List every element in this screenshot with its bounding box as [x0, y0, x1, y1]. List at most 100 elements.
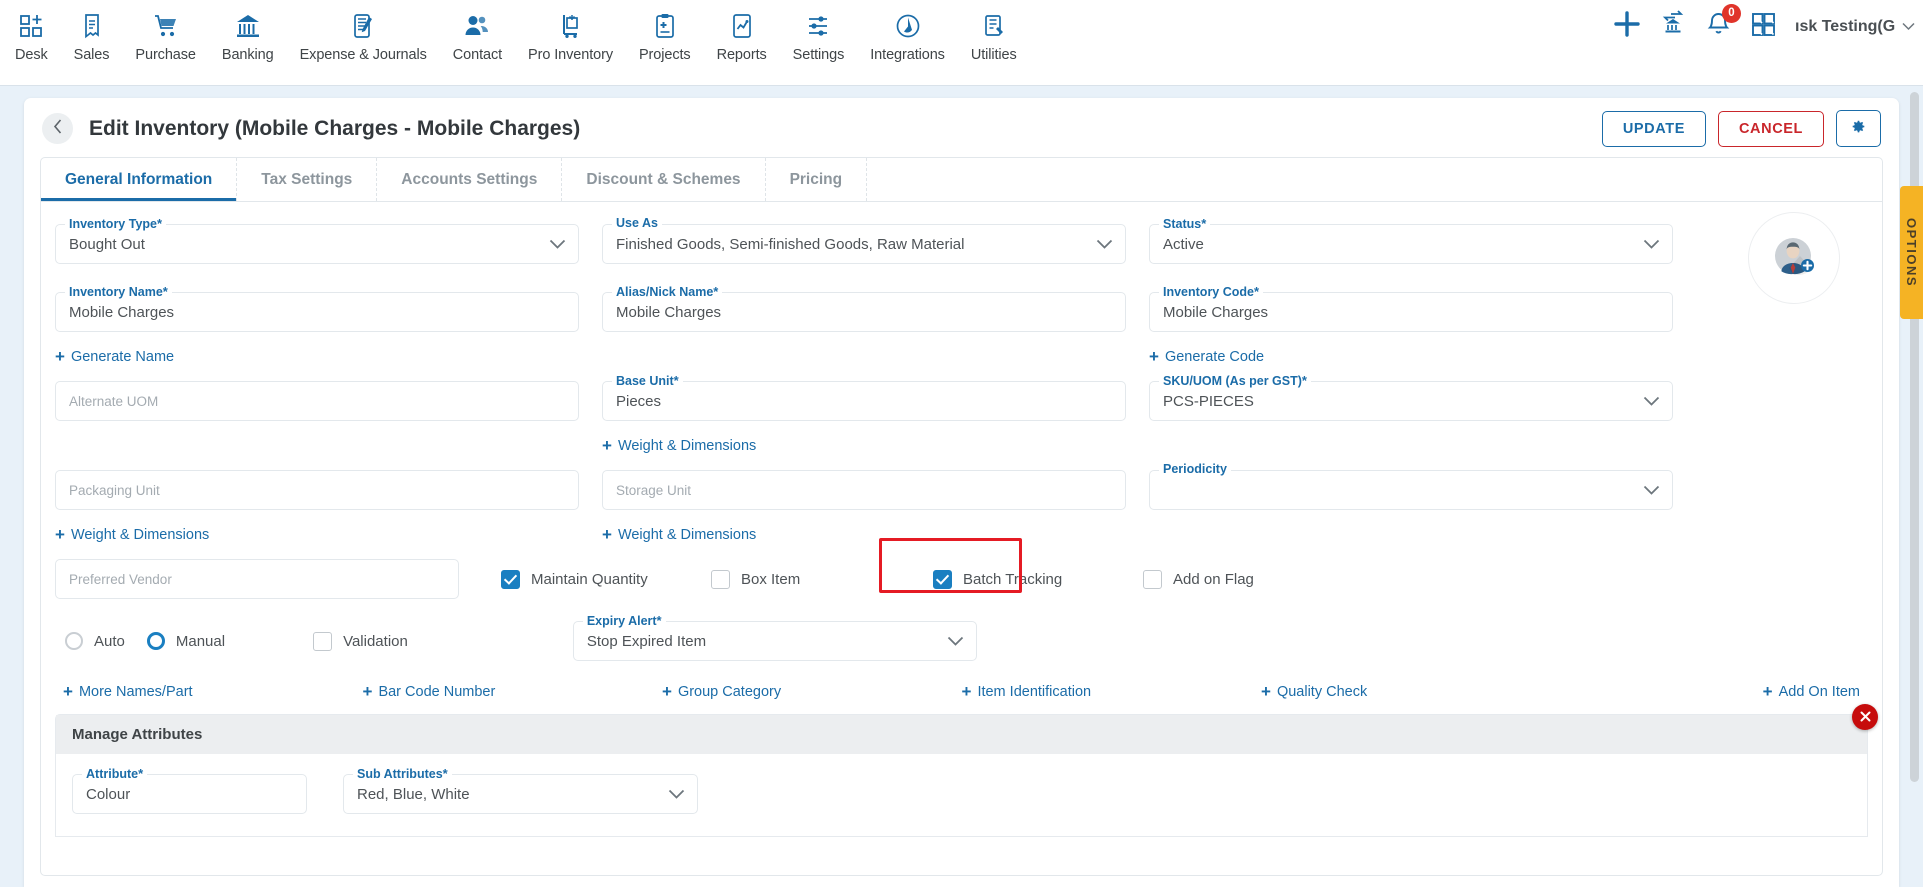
- manage-attributes-body: Attribute* Colour Sub Attributes* Red, B…: [56, 754, 1867, 836]
- nav-item-projects[interactable]: Projects: [626, 0, 704, 63]
- periodicity-select[interactable]: [1149, 470, 1673, 510]
- add-link-item-identification[interactable]: + Item Identification: [962, 683, 1262, 700]
- field-placeholder: Preferred Vendor: [69, 571, 172, 587]
- nav-label: Reports: [716, 47, 767, 63]
- link-label: Group Category: [677, 683, 782, 700]
- nav-item-purchase[interactable]: Purchase: [122, 0, 208, 63]
- field-periodicity: Periodicity: [1149, 462, 1673, 510]
- field-placeholder: Packaging Unit: [69, 482, 160, 498]
- options-side-tab[interactable]: OPTIONS: [1900, 186, 1923, 319]
- field-label: Inventory Type*: [65, 216, 167, 231]
- nav-item-expense-journals[interactable]: Expense & Journals: [287, 0, 440, 63]
- bank-transfer-button[interactable]: [1659, 10, 1687, 43]
- chevron-down-icon: [1643, 485, 1660, 496]
- cancel-button[interactable]: CANCEL: [1717, 110, 1824, 147]
- tab-general-information[interactable]: General Information: [41, 158, 238, 201]
- organization-name: ısk Testing(G: [1795, 17, 1896, 35]
- field-value: Active: [1163, 235, 1204, 253]
- nav-label: Desk: [15, 47, 48, 63]
- radio-manual[interactable]: Manual: [146, 632, 226, 650]
- nav-item-integrations[interactable]: Integrations: [857, 0, 958, 63]
- use-as-select[interactable]: Finished Goods, Semi-finished Goods, Raw…: [602, 224, 1126, 264]
- add-link-group-category[interactable]: + Group Category: [662, 683, 962, 700]
- add-link-add-on-item[interactable]: + Add On Item: [1763, 683, 1860, 700]
- checkbox-box-item[interactable]: Box Item: [711, 569, 921, 589]
- tab-discount-schemes[interactable]: Discount & Schemes: [562, 158, 766, 201]
- checkbox-add-on-flag[interactable]: Add on Flag: [1143, 569, 1353, 589]
- general-information-form: Inventory Type* Bought Out Use As Finish…: [41, 202, 1882, 875]
- form-row-weight-dim-1: + Weight & Dimensions: [55, 437, 1868, 456]
- status-select[interactable]: Active: [1149, 224, 1673, 264]
- nav-item-desk[interactable]: Desk: [2, 0, 61, 63]
- tab-tax-settings[interactable]: Tax Settings: [237, 158, 378, 201]
- chevron-down-icon: [1096, 239, 1113, 250]
- nav-item-contact[interactable]: Contact: [440, 0, 515, 63]
- preferred-vendor-input[interactable]: Preferred Vendor: [55, 559, 459, 599]
- checkbox-box: [501, 569, 520, 589]
- nav-label: Contact: [452, 47, 503, 63]
- storage-unit-input[interactable]: Storage Unit: [602, 470, 1126, 510]
- field-label: Attribute*: [82, 766, 148, 781]
- update-button[interactable]: UPDATE: [1601, 110, 1706, 147]
- notifications-button[interactable]: 0: [1705, 3, 1741, 43]
- add-link-more-names-part[interactable]: + More Names/Part: [63, 683, 363, 700]
- form-row-2: Inventory Name* Mobile Charges Alias/Nic…: [55, 284, 1868, 332]
- close-icon: [1860, 709, 1871, 725]
- field-label: Expiry Alert*: [582, 613, 666, 628]
- settings-gear-button[interactable]: [1836, 110, 1881, 147]
- edit-inventory-card: Edit Inventory (Mobile Charges - Mobile …: [24, 98, 1899, 887]
- packaging-unit-input[interactable]: Packaging Unit: [55, 470, 579, 510]
- chevron-down-icon: [549, 239, 566, 250]
- generate-name-link[interactable]: + Generate Name: [55, 348, 174, 365]
- radio-auto[interactable]: Auto: [65, 632, 125, 650]
- alternate-uom-input[interactable]: Alternate UOM: [55, 381, 579, 421]
- weight-dimensions-link-1[interactable]: + Weight & Dimensions: [602, 437, 756, 454]
- page-wrapper: Edit Inventory (Mobile Charges - Mobile …: [0, 86, 1923, 887]
- nav-item-banking[interactable]: Banking: [209, 0, 287, 63]
- nav-label: Banking: [221, 47, 274, 63]
- checkbox-label: Add on Flag: [1173, 570, 1254, 588]
- plus-icon: +: [602, 525, 612, 544]
- apps-grid-button[interactable]: [1750, 11, 1777, 43]
- nav-item-settings[interactable]: Settings: [780, 0, 858, 63]
- tab-pricing[interactable]: Pricing: [766, 158, 868, 201]
- nav-label: Projects: [638, 47, 691, 63]
- weight-dimensions-link-2[interactable]: + Weight & Dimensions: [55, 526, 209, 543]
- back-button[interactable]: [42, 113, 73, 144]
- nav-item-sales[interactable]: Sales: [61, 0, 123, 63]
- tab-accounts-settings[interactable]: Accounts Settings: [377, 158, 563, 201]
- generate-code-link[interactable]: + Generate Code: [1149, 348, 1264, 365]
- checkbox-validation[interactable]: Validation: [313, 631, 408, 651]
- add-link-bar-code-number[interactable]: + Bar Code Number: [363, 683, 663, 700]
- utilities-icon: [982, 9, 1006, 43]
- weight-dimensions-cell-3: + Weight & Dimensions: [602, 526, 1126, 545]
- close-manage-attributes-button[interactable]: [1852, 704, 1878, 730]
- tabs-panel: General Information Tax Settings Account…: [40, 157, 1883, 876]
- field-value: Stop Expired Item: [586, 632, 707, 650]
- nav-item-pro-inventory[interactable]: Pro Inventory: [515, 0, 626, 63]
- nav-label: Utilities: [970, 47, 1017, 63]
- top-navigation-bar: Desk Sales Purchase Banking Expense & Jo: [0, 0, 1923, 86]
- manage-attributes-title: Manage Attributes: [56, 715, 1867, 754]
- nav-item-reports[interactable]: Reports: [704, 0, 780, 63]
- add-new-button[interactable]: [1613, 10, 1641, 43]
- field-preferred-vendor: Preferred Vendor: [55, 559, 459, 599]
- bank-transfer-icon: [1659, 10, 1687, 43]
- weight-dimensions-cell-2: + Weight & Dimensions: [55, 526, 579, 545]
- field-label: Inventory Code*: [1159, 284, 1264, 299]
- organization-switcher[interactable]: ısk Testing(G: [1795, 18, 1915, 36]
- field-label: Alias/Nick Name*: [612, 284, 723, 299]
- avatar[interactable]: [1748, 212, 1840, 304]
- top-right-actions: 0 ısk Testing(G: [1613, 3, 1915, 43]
- field-value: Red, Blue, White: [357, 785, 470, 803]
- plus-icon: [1613, 10, 1641, 43]
- weight-dimensions-link-3[interactable]: + Weight & Dimensions: [602, 526, 756, 543]
- field-inventory-type: Inventory Type* Bought Out: [55, 216, 579, 264]
- checkbox-batch-tracking[interactable]: Batch Tracking: [933, 569, 1143, 589]
- radio-label: Manual: [175, 632, 226, 650]
- link-label: Weight & Dimensions: [617, 437, 757, 454]
- add-link-quality-check[interactable]: + Quality Check: [1261, 683, 1561, 700]
- nav-item-utilities[interactable]: Utilities: [958, 0, 1030, 63]
- checkbox-maintain-quantity[interactable]: Maintain Quantity: [501, 569, 711, 589]
